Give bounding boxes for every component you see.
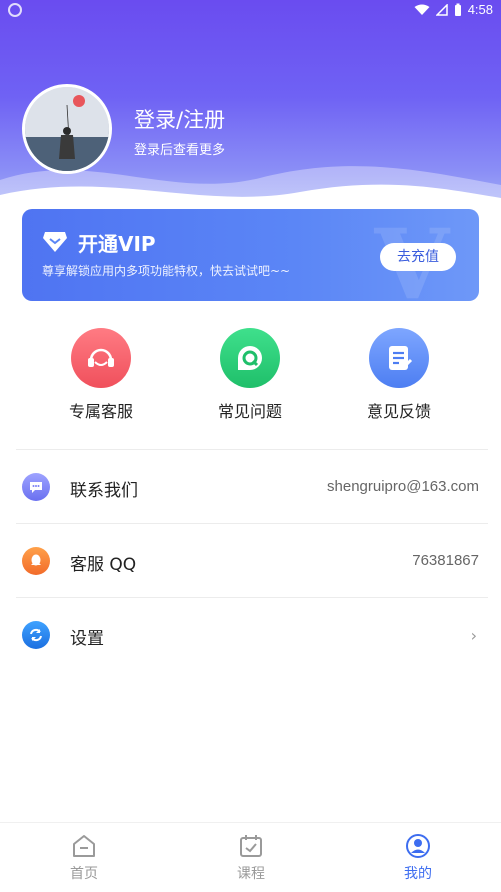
action-label: 常见问题 bbox=[217, 402, 282, 421]
vip-card[interactable]: V 开通VIP 尊享解锁应用内多项功能特权，快去试试吧~~ 去充值 bbox=[22, 209, 479, 301]
diamond-icon bbox=[43, 232, 67, 252]
settings-sync-icon bbox=[22, 621, 50, 649]
quick-actions: 专属客服 常见问题 意见反馈 bbox=[0, 328, 501, 424]
status-indicators: 4:58 bbox=[414, 2, 493, 17]
tab-label: 首页 bbox=[70, 866, 98, 882]
row-label: 客服 QQ bbox=[70, 555, 137, 575]
avatar-photo bbox=[25, 87, 109, 171]
list-item-settings[interactable]: 设置 › bbox=[0, 598, 501, 672]
home-icon bbox=[73, 835, 95, 857]
tab-mine[interactable]: 我的 bbox=[378, 833, 458, 883]
contact-email: shengruipro@163.com bbox=[327, 478, 479, 495]
notification-icon bbox=[8, 3, 22, 17]
action-customer-service[interactable]: 专属客服 bbox=[46, 328, 156, 422]
action-faq[interactable]: 常见问题 bbox=[195, 328, 305, 422]
vip-title: 开通VIP bbox=[78, 232, 156, 256]
user-icon bbox=[406, 834, 430, 858]
tab-home[interactable]: 首页 bbox=[44, 833, 124, 883]
list-item-contact-us[interactable]: 联系我们 shengruipro@163.com bbox=[0, 450, 501, 524]
calendar-check-icon bbox=[240, 835, 262, 857]
wifi-icon bbox=[414, 4, 430, 15]
profile-header: 4:58 登录/注册 登录后查看更多 bbox=[0, 0, 501, 215]
qq-number: 76381867 bbox=[412, 552, 479, 569]
action-label: 专属客服 bbox=[68, 402, 133, 421]
status-time: 4:58 bbox=[467, 2, 493, 17]
recharge-button[interactable]: 去充值 bbox=[380, 243, 456, 271]
headset-icon bbox=[71, 328, 131, 388]
login-hint: 登录后查看更多 bbox=[134, 143, 226, 158]
tab-label: 课程 bbox=[237, 866, 265, 882]
qq-icon bbox=[22, 547, 50, 575]
faq-q-icon bbox=[220, 328, 280, 388]
row-label: 联系我们 bbox=[70, 481, 138, 501]
tab-label: 我的 bbox=[404, 866, 432, 882]
action-feedback[interactable]: 意见反馈 bbox=[344, 328, 454, 422]
list-item-qq[interactable]: 客服 QQ 76381867 bbox=[0, 524, 501, 598]
status-bar: 4:58 bbox=[0, 0, 501, 22]
feedback-note-icon bbox=[369, 328, 429, 388]
action-label: 意见反馈 bbox=[366, 402, 431, 421]
signal-icon bbox=[435, 3, 448, 16]
chevron-right-icon: › bbox=[470, 626, 477, 645]
avatar[interactable] bbox=[22, 84, 112, 174]
bottom-tab-bar: 首页 课程 我的 bbox=[0, 822, 501, 892]
battery-icon bbox=[454, 3, 461, 16]
login-register-link[interactable]: 登录/注册 bbox=[134, 104, 225, 134]
tab-courses[interactable]: 课程 bbox=[211, 833, 291, 883]
vip-description: 尊享解锁应用内多项功能特权，快去试试吧~~ bbox=[42, 264, 291, 278]
chat-icon bbox=[22, 473, 50, 501]
row-label: 设置 bbox=[70, 629, 104, 649]
